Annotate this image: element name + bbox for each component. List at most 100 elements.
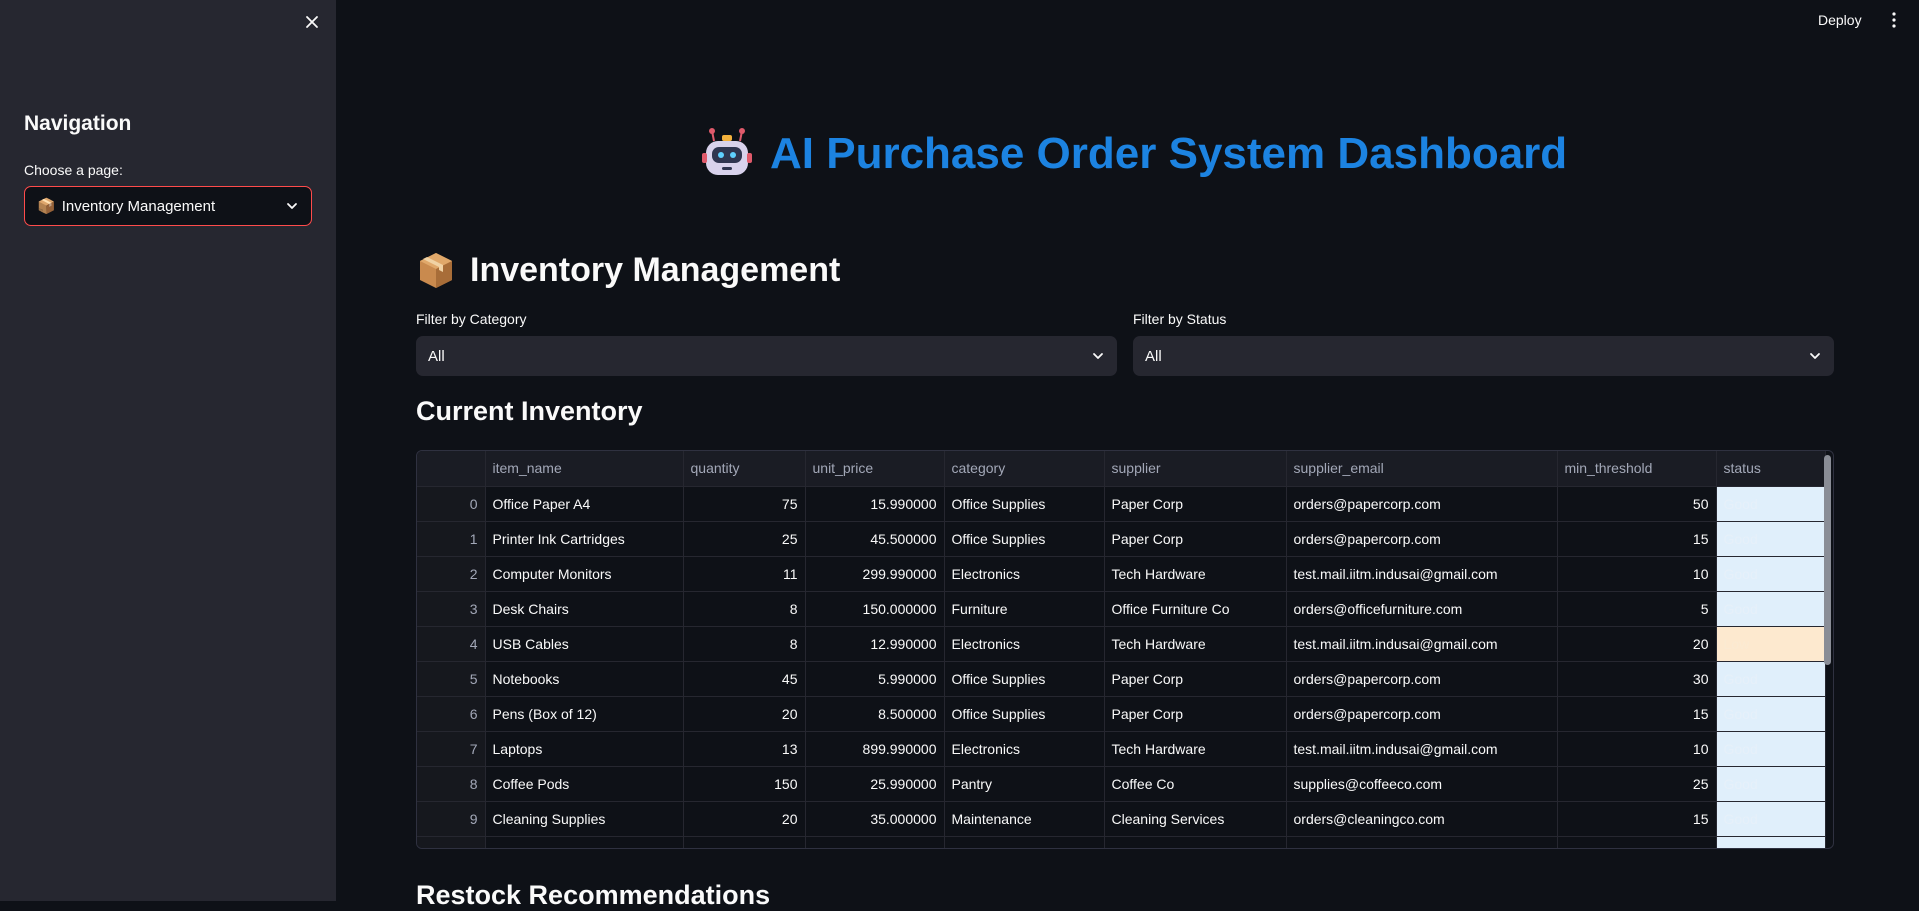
quantity-cell[interactable]: 150 xyxy=(683,766,806,802)
quantity-cell[interactable]: 8 xyxy=(683,626,806,662)
category-cell[interactable]: Electronics xyxy=(944,626,1105,662)
supplier-cell[interactable]: Paper Corp xyxy=(1104,696,1287,732)
item-name-cell[interactable]: Desk Chairs xyxy=(485,591,684,627)
category-cell[interactable]: Office Supplies xyxy=(944,661,1105,697)
min-threshold-cell[interactable]: 25 xyxy=(1557,766,1717,802)
status-cell[interactable]: Good xyxy=(1716,556,1826,592)
column-header-status[interactable]: status xyxy=(1716,451,1826,487)
column-header-index[interactable] xyxy=(417,451,486,487)
supplier-email-cell[interactable]: test.mail.iitm.indusai@gmail.com xyxy=(1286,626,1558,662)
status-cell[interactable]: Good xyxy=(1716,521,1826,557)
table-row[interactable]: 3 Desk Chairs 8 150.000000 Furniture Office F… xyxy=(417,591,1826,627)
column-header-supplier-email[interactable]: supplier_email xyxy=(1286,451,1558,487)
table-row[interactable]: 9 Cleaning Supplies 20 35.000000 Maintenance… xyxy=(417,801,1826,837)
min-threshold-cell[interactable]: 10 xyxy=(1557,731,1717,767)
category-cell[interactable]: Office Supplies xyxy=(944,521,1105,557)
supplier-email-cell[interactable]: orders@cleaningco.com xyxy=(1286,801,1558,837)
min-threshold-cell[interactable]: 50 xyxy=(1557,486,1717,522)
row-index[interactable]: 9 xyxy=(417,801,486,837)
category-cell[interactable]: Furniture xyxy=(944,591,1105,627)
unit-price-cell[interactable]: 5.990000 xyxy=(805,661,945,697)
item-name-cell[interactable]: Printer Ink Cartridges xyxy=(485,521,684,557)
supplier-cell[interactable]: Tech Hardware xyxy=(1104,626,1287,662)
table-row[interactable]: 0 Office Paper A4 75 15.990000 Office Suppli… xyxy=(417,486,1826,522)
row-index[interactable]: 4 xyxy=(417,626,486,662)
inventory-table[interactable]: item_name quantity unit_price category s… xyxy=(416,450,1834,849)
column-header-item-name[interactable]: item_name xyxy=(485,451,684,487)
row-index[interactable]: 2 xyxy=(417,556,486,592)
unit-price-cell[interactable]: 12.990000 xyxy=(805,626,945,662)
item-name-cell[interactable]: Office Paper A4 xyxy=(485,486,684,522)
min-threshold-cell[interactable]: 10 xyxy=(1557,556,1717,592)
quantity-cell[interactable]: 25 xyxy=(683,521,806,557)
item-name-cell[interactable]: Laptops xyxy=(485,731,684,767)
supplier-email-cell[interactable]: orders@papercorp.com xyxy=(1286,521,1558,557)
supplier-cell[interactable]: Paper Corp xyxy=(1104,661,1287,697)
table-row[interactable]: 7 Laptops 13 899.990000 Electronics Tech Hard… xyxy=(417,731,1826,767)
quantity-cell[interactable]: 11 xyxy=(683,556,806,592)
column-header-unit-price[interactable]: unit_price xyxy=(805,451,945,487)
status-cell[interactable]: Good xyxy=(1716,766,1826,802)
status-cell[interactable]: Good xyxy=(1716,591,1826,627)
table-row[interactable]: 6 Pens (Box of 12) 20 8.500000 Office Suppli… xyxy=(417,696,1826,732)
column-header-min-threshold[interactable]: min_threshold xyxy=(1557,451,1717,487)
min-threshold-cell[interactable]: 15 xyxy=(1557,521,1717,557)
supplier-email-cell[interactable]: orders@officefurniture.com xyxy=(1286,591,1558,627)
row-index[interactable]: 8 xyxy=(417,766,486,802)
supplier-email-cell[interactable]: orders@papercorp.com xyxy=(1286,696,1558,732)
table-row[interactable]: 2 Computer Monitors 11 299.990000 Electronic… xyxy=(417,556,1826,592)
supplier-email-cell[interactable]: test.mail.iitm.indusai@gmail.com xyxy=(1286,556,1558,592)
status-cell[interactable]: Good xyxy=(1716,731,1826,767)
quantity-cell[interactable]: 75 xyxy=(683,486,806,522)
status-filter-select[interactable]: All xyxy=(1133,336,1834,376)
item-name-cell[interactable]: USB Cables xyxy=(485,626,684,662)
supplier-cell[interactable]: Office Furniture Co xyxy=(1104,591,1287,627)
supplier-cell[interactable]: Paper Corp xyxy=(1104,521,1287,557)
unit-price-cell[interactable]: 150.000000 xyxy=(805,591,945,627)
supplier-email-cell[interactable]: orders@papercorp.com xyxy=(1286,661,1558,697)
min-threshold-cell[interactable]: 15 xyxy=(1557,696,1717,732)
unit-price-cell[interactable]: 35.000000 xyxy=(805,801,945,837)
category-cell[interactable]: Electronics xyxy=(944,556,1105,592)
row-index[interactable]: 3 xyxy=(417,591,486,627)
page-select[interactable]: 📦 Inventory Management xyxy=(24,186,312,226)
item-name-cell[interactable]: Computer Monitors xyxy=(485,556,684,592)
deploy-button[interactable]: Deploy xyxy=(1818,8,1862,32)
unit-price-cell[interactable]: 45.500000 xyxy=(805,521,945,557)
supplier-cell[interactable]: Coffee Co xyxy=(1104,766,1287,802)
table-row[interactable]: 8 Coffee Pods 150 25.990000 Pantry Coffee Co s… xyxy=(417,766,1826,802)
status-cell[interactable]: Good xyxy=(1716,801,1826,837)
row-index[interactable]: 7 xyxy=(417,731,486,767)
quantity-cell[interactable]: 45 xyxy=(683,661,806,697)
min-threshold-cell[interactable]: 20 xyxy=(1557,626,1717,662)
status-cell[interactable]: Good xyxy=(1716,486,1826,522)
unit-price-cell[interactable]: 25.990000 xyxy=(805,766,945,802)
category-cell[interactable]: Electronics xyxy=(944,731,1105,767)
status-cell[interactable]: Good xyxy=(1716,696,1826,732)
quantity-cell[interactable]: 13 xyxy=(683,731,806,767)
supplier-cell[interactable]: Paper Corp xyxy=(1104,486,1287,522)
table-row[interactable]: 4 USB Cables 8 12.990000 Electronics Tech Har… xyxy=(417,626,1826,662)
supplier-cell[interactable]: Cleaning Services xyxy=(1104,801,1287,837)
min-threshold-cell[interactable]: 15 xyxy=(1557,801,1717,837)
quantity-cell[interactable]: 20 xyxy=(683,696,806,732)
supplier-email-cell[interactable]: orders@papercorp.com xyxy=(1286,486,1558,522)
close-sidebar-button[interactable] xyxy=(300,10,324,34)
row-index[interactable]: 1 xyxy=(417,521,486,557)
status-cell[interactable]: Low xyxy=(1716,626,1826,662)
table-row[interactable]: 1 Printer Ink Cartridges 25 45.500000 Office… xyxy=(417,521,1826,557)
supplier-email-cell[interactable]: supplies@coffeeco.com xyxy=(1286,766,1558,802)
category-cell[interactable]: Office Supplies xyxy=(944,486,1105,522)
column-header-quantity[interactable]: quantity xyxy=(683,451,806,487)
table-scrollbar[interactable] xyxy=(1824,455,1831,665)
category-cell[interactable]: Office Supplies xyxy=(944,696,1105,732)
category-cell[interactable]: Pantry xyxy=(944,766,1105,802)
column-header-supplier[interactable]: supplier xyxy=(1104,451,1287,487)
min-threshold-cell[interactable]: 5 xyxy=(1557,591,1717,627)
table-row[interactable]: 5 Notebooks 45 5.990000 Office Supplies Paper… xyxy=(417,661,1826,697)
supplier-cell[interactable]: Tech Hardware xyxy=(1104,731,1287,767)
unit-price-cell[interactable]: 899.990000 xyxy=(805,731,945,767)
unit-price-cell[interactable]: 15.990000 xyxy=(805,486,945,522)
item-name-cell[interactable]: Coffee Pods xyxy=(485,766,684,802)
status-cell[interactable]: Good xyxy=(1716,661,1826,697)
